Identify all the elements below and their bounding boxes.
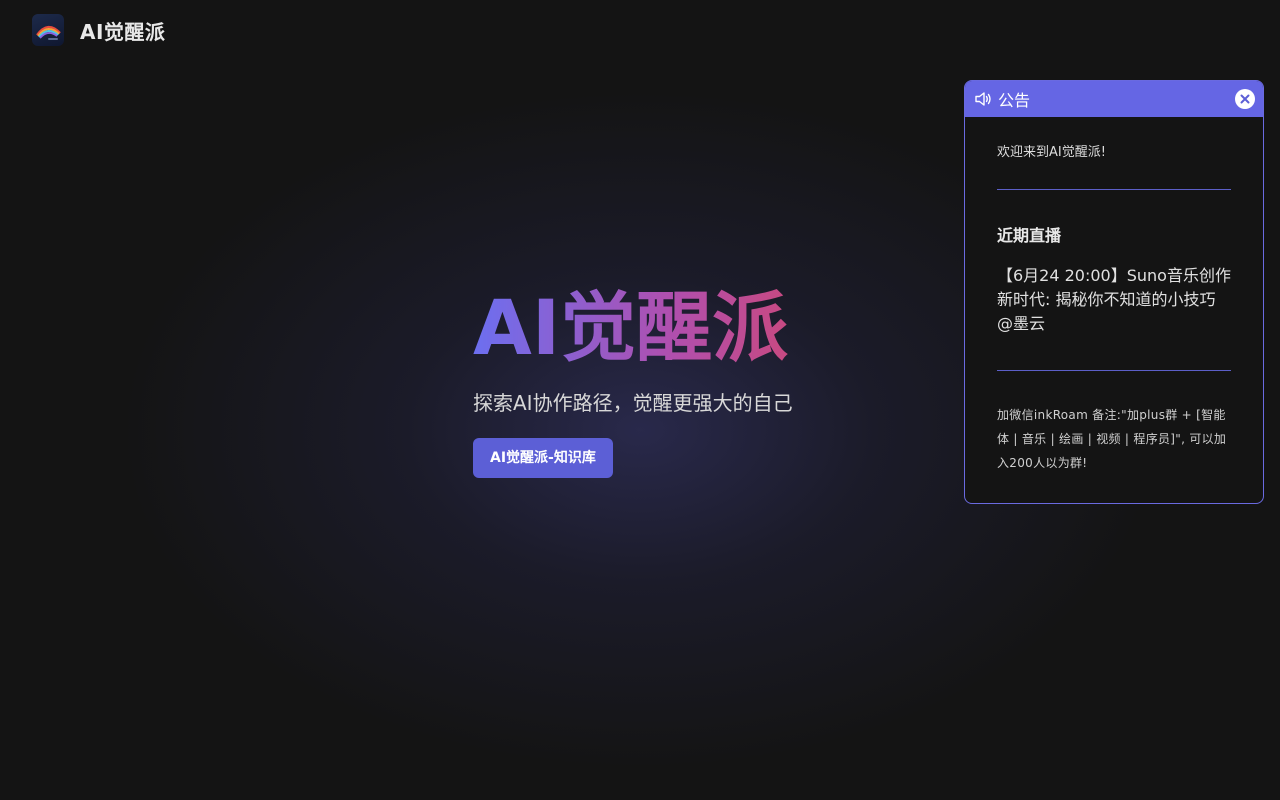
site-title[interactable]: AI觉醒派 — [80, 16, 165, 45]
divider — [997, 189, 1231, 190]
divider — [997, 370, 1231, 371]
notice-header: 公告 — [965, 81, 1263, 117]
navbar: AI觉醒派 — [0, 0, 1280, 60]
speaker-icon — [975, 92, 991, 106]
hero-tagline: 探索AI协作路径，觉醒更强大的自己 — [473, 391, 793, 416]
notice-title: 公告 — [998, 91, 1031, 110]
notice-welcome: 欢迎来到AI觉醒派! — [997, 145, 1106, 160]
close-icon[interactable] — [1235, 89, 1255, 109]
notice-body: 欢迎来到AI觉醒派! 近期直播 【6月24 20:00】Suno音乐创作新时代:… — [965, 117, 1263, 475]
hero-title: AI觉醒派 — [473, 282, 913, 373]
contact-text: 加微信inkRoam 备注:"加plus群 + [智能体 | 音乐 | 绘画 |… — [997, 408, 1227, 470]
live-item: 【6月24 20:00】Suno音乐创作新时代: 揭秘你不知道的小技巧 @墨云 — [997, 266, 1231, 333]
notice-panel: 公告 欢迎来到AI觉醒派! 近期直播 【6月24 20:00】Suno音乐创作新… — [964, 80, 1264, 504]
live-heading: 近期直播 — [997, 226, 1062, 245]
hero-section: AI觉醒派 探索AI协作路径，觉醒更强大的自己 AI觉醒派-知识库 — [473, 282, 913, 479]
knowledge-base-button[interactable]: AI觉醒派-知识库 — [473, 438, 613, 479]
rainbow-logo-icon[interactable] — [32, 14, 64, 46]
